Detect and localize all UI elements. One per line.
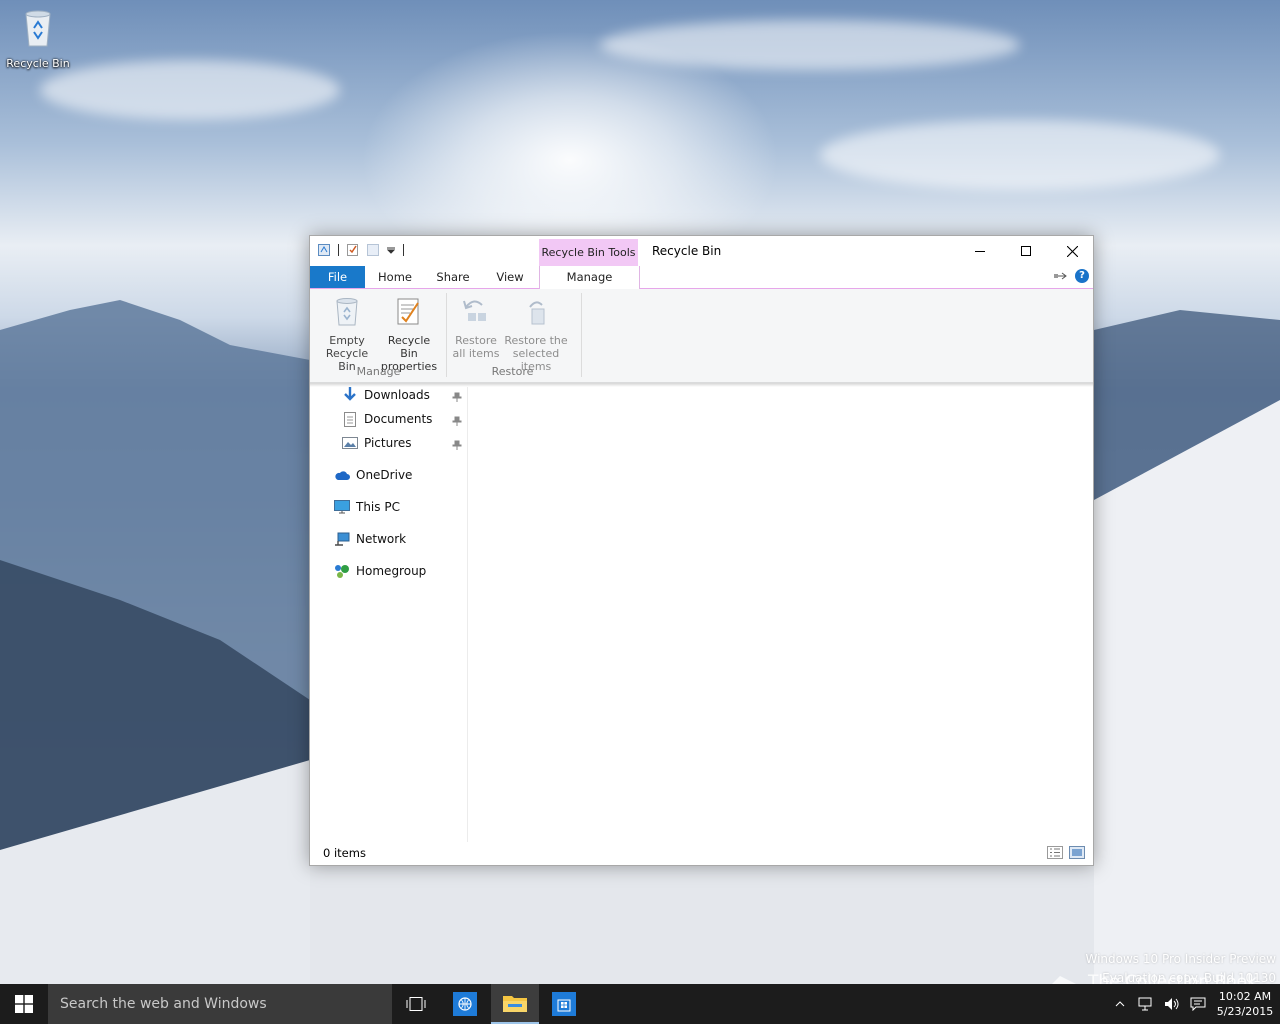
download-arrow-icon <box>342 387 358 403</box>
group-label-manage: Manage <box>356 365 401 378</box>
task-view-icon <box>406 997 426 1011</box>
windows-logo-icon <box>15 995 33 1013</box>
qat-separator <box>403 243 404 256</box>
restore-selected-button[interactable]: Restore the selected items <box>500 295 572 373</box>
properties-icon <box>397 298 419 325</box>
new-folder-quick-icon[interactable] <box>367 243 379 256</box>
browser-taskbar-button[interactable] <box>441 984 489 1024</box>
system-tray: 10:02 AM 5/23/2015 <box>1114 984 1280 1024</box>
store-taskbar-button[interactable] <box>540 984 588 1024</box>
nav-item-onedrive[interactable]: OneDrive <box>334 465 412 485</box>
nav-item-this-pc[interactable]: This PC <box>334 497 400 517</box>
watermark-line-1: Windows 10 Pro Insider Preview <box>1085 952 1276 966</box>
window-title: Recycle Bin <box>652 244 722 258</box>
search-box[interactable]: Search the web and Windows <box>48 984 392 1024</box>
nav-label: Downloads <box>364 388 430 402</box>
close-button[interactable] <box>1049 236 1095 266</box>
nav-item-downloads[interactable]: Downloads <box>342 385 430 405</box>
maximize-button[interactable] <box>1003 236 1049 266</box>
homegroup-icon <box>334 563 350 579</box>
context-tab-group-label: Recycle Bin Tools <box>539 239 638 266</box>
ribbon-tabs: File Home Share View Manage ? <box>310 266 1093 289</box>
document-icon <box>342 411 358 427</box>
nav-label: OneDrive <box>356 468 413 482</box>
maximize-icon <box>1021 246 1031 256</box>
tab-home[interactable]: Home <box>372 266 418 288</box>
close-icon <box>1066 245 1078 257</box>
group-separator <box>446 293 447 377</box>
explorer-window: Recycle Bin Tools Recycle Bin File Home … <box>309 235 1094 866</box>
nav-label: Pictures <box>364 436 412 450</box>
recycle-bin-properties-button[interactable]: Recycle Bin properties <box>378 295 440 373</box>
expand-ribbon-icon[interactable] <box>1053 271 1067 281</box>
ribbon: Empty Recycle Bin Recycle Bin properties… <box>310 289 1093 383</box>
group-label-restore: Restore <box>491 365 534 378</box>
properties-quick-icon[interactable] <box>347 243 359 256</box>
file-list-area[interactable] <box>468 387 1093 842</box>
clock-date: 5/23/2015 <box>1216 1005 1274 1018</box>
nav-item-documents[interactable]: Documents <box>342 409 432 429</box>
empty-bin-label-1: Empty <box>329 334 365 347</box>
status-bar: 0 items <box>310 841 1093 865</box>
nav-label: Network <box>356 532 407 546</box>
ribbon-tab-icons: ? <box>1053 269 1089 283</box>
title-bar[interactable]: Recycle Bin Tools Recycle Bin <box>310 236 1093 266</box>
quick-access-toolbar <box>318 243 404 256</box>
group-separator <box>581 293 582 377</box>
computer-icon <box>334 499 350 515</box>
nav-label: Documents <box>364 412 433 426</box>
browser-icon <box>453 992 477 1016</box>
restore-all-icon <box>463 300 486 321</box>
folder-icon <box>503 996 527 1012</box>
nav-item-pictures[interactable]: Pictures <box>342 433 412 453</box>
show-hidden-icons-icon[interactable] <box>1114 999 1126 1009</box>
file-explorer-taskbar-button[interactable] <box>491 984 539 1024</box>
network-icon <box>334 531 350 547</box>
task-view-button[interactable] <box>392 984 440 1024</box>
item-count: 0 items <box>323 846 366 860</box>
nav-label: This PC <box>356 500 400 514</box>
minimize-button[interactable] <box>957 236 1003 266</box>
clock-time: 10:02 AM <box>1218 990 1272 1003</box>
onedrive-cloud-icon <box>334 467 350 483</box>
taskbar: Search the web and Windows 10:02 AM 5/23… <box>0 984 1280 1024</box>
nav-item-network[interactable]: Network <box>334 529 406 549</box>
customize-qat-icon[interactable] <box>387 246 395 254</box>
details-view-icon[interactable] <box>1047 846 1063 859</box>
pictures-icon <box>342 435 358 451</box>
pin-icon[interactable] <box>452 440 462 450</box>
network-tray-icon[interactable] <box>1138 997 1154 1011</box>
properties-label-1: Recycle Bin <box>387 334 431 360</box>
minimize-icon <box>975 251 985 252</box>
volume-icon[interactable] <box>1164 997 1180 1011</box>
empty-recycle-bin-button[interactable]: Empty Recycle Bin <box>316 295 378 373</box>
restore-all-button[interactable]: Restore all items <box>450 295 502 360</box>
navigation-pane: Downloads Documents Pictures OneDrive Th… <box>310 387 468 842</box>
pin-icon[interactable] <box>452 416 462 426</box>
pin-icon[interactable] <box>452 392 462 402</box>
restore-all-label-1: Restore <box>455 334 497 347</box>
desktop-icon-label: Recycle Bin <box>6 57 70 70</box>
window-system-icon[interactable] <box>318 243 330 256</box>
empty-bin-icon <box>336 298 358 326</box>
restore-selected-icon <box>529 301 545 325</box>
nav-label: Homegroup <box>356 564 427 578</box>
qat-separator <box>338 243 339 256</box>
action-center-icon[interactable] <box>1190 997 1206 1011</box>
restore-selected-label-1: Restore the <box>504 334 568 347</box>
start-button[interactable] <box>0 984 48 1024</box>
tab-view[interactable]: View <box>487 266 533 288</box>
recycle-bin-icon <box>25 10 51 47</box>
help-icon[interactable]: ? <box>1075 269 1089 283</box>
restore-all-label-2: all items <box>452 347 500 360</box>
view-buttons <box>1047 846 1085 859</box>
tab-manage[interactable]: Manage <box>539 266 640 289</box>
large-icons-view-icon[interactable] <box>1069 846 1085 859</box>
nav-item-homegroup[interactable]: Homegroup <box>334 561 426 581</box>
desktop-recycle-bin[interactable]: Recycle Bin <box>4 8 72 70</box>
clock[interactable]: 10:02 AM 5/23/2015 <box>1210 989 1280 1019</box>
store-icon <box>552 992 576 1016</box>
tab-share[interactable]: Share <box>430 266 476 288</box>
tab-file[interactable]: File <box>310 266 365 288</box>
